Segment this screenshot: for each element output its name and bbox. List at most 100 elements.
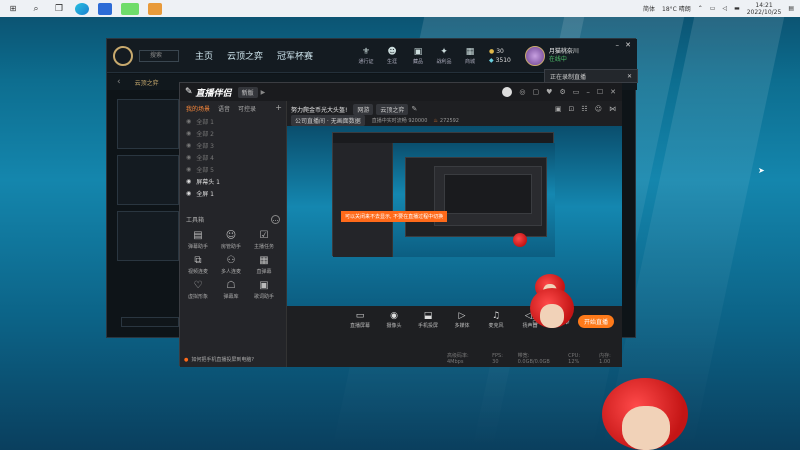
- headset-icon[interactable]: ◎: [519, 88, 525, 96]
- back-chevron-icon[interactable]: ‹: [117, 77, 121, 87]
- version-badge[interactable]: 新版: [237, 86, 258, 98]
- tool-danmaku-lib[interactable]: ☖ 弹幕库: [216, 280, 246, 300]
- scene-item[interactable]: ◉ 全部 3: [180, 139, 286, 151]
- notification-icon[interactable]: ▤: [788, 5, 794, 12]
- tool-virtual-avatar[interactable]: ♡ 虚拟形象: [183, 280, 213, 300]
- eye-icon: ◉: [186, 141, 192, 149]
- tool-tasks[interactable]: ☑ 主播任务: [249, 230, 279, 250]
- microphone-button[interactable]: ♫ 麦克风: [481, 311, 511, 329]
- windows-start-icon[interactable]: ⊞: [6, 2, 20, 16]
- nav-collection[interactable]: ▣ 藏品: [405, 47, 431, 65]
- career-icon: ☻: [387, 46, 397, 57]
- lock-icon[interactable]: ⊡: [569, 105, 575, 113]
- add-scene-icon[interactable]: +: [275, 103, 282, 112]
- stream-title[interactable]: 努力爬金币光大头盔!: [291, 105, 347, 114]
- category-pill[interactable]: 网游: [353, 103, 374, 115]
- close-icon[interactable]: ✕: [625, 41, 631, 49]
- scene-item[interactable]: ◉ 全部 5: [180, 163, 286, 175]
- system-clock[interactable]: 14:21 2022/10/25: [747, 2, 782, 16]
- category-tag[interactable]: 云顶之弈: [376, 103, 409, 115]
- camera-button[interactable]: ◉ 摄像头: [379, 311, 409, 329]
- tip-link[interactable]: ● 如何把手机直播投屏到电脑?: [184, 356, 254, 364]
- studio-title-bar: ✎ 直播伴侣 新版 ▶ ◎ ▢ ♥ ⚙ ▭ – ☐ ✕: [180, 83, 622, 101]
- game-search-input[interactable]: 搜索: [139, 49, 179, 62]
- edit-icon[interactable]: ✎: [411, 105, 417, 113]
- battery-icon[interactable]: ▬: [734, 5, 740, 12]
- close-icon[interactable]: ✕: [610, 88, 616, 96]
- studio-logo-icon: ✎: [185, 87, 193, 97]
- nav-pass[interactable]: ⚜ 通行证: [353, 47, 379, 65]
- microphone-icon: ♫: [491, 311, 501, 321]
- username: 月猫桃奈川: [548, 47, 579, 55]
- chat-app-icon[interactable]: [148, 2, 162, 15]
- scene-item[interactable]: ◉ 全部 2: [180, 127, 286, 139]
- tool-lyrics[interactable]: ▣ 歌词助手: [249, 280, 279, 300]
- nav-career[interactable]: ☻ 生涯: [379, 47, 405, 65]
- volume-icon[interactable]: ◁: [722, 5, 727, 12]
- gift-box-icon[interactable]: ▣: [555, 105, 562, 113]
- screen-capture-button[interactable]: ▭ 直播屏幕: [345, 311, 375, 329]
- more-icon[interactable]: …: [271, 215, 280, 224]
- tab-my-scenes[interactable]: 我的场景: [186, 104, 210, 113]
- gift-icon[interactable]: ♥: [546, 88, 552, 96]
- eye-icon: ◉: [186, 189, 192, 197]
- scene-item[interactable]: ◉ 全屏 1: [180, 187, 286, 199]
- scene-item[interactable]: ◉ 全部 4: [180, 151, 286, 163]
- avatar[interactable]: [524, 45, 545, 66]
- maximize-icon[interactable]: ☐: [597, 88, 603, 96]
- share-icon[interactable]: ⋈: [609, 105, 616, 113]
- phone-cast-button[interactable]: ⬓ 手机投屏: [413, 311, 443, 329]
- tool-video-link[interactable]: ⧉ 视频连麦: [183, 255, 213, 275]
- chevron-up-icon[interactable]: ⌃: [698, 5, 703, 12]
- minimize-icon[interactable]: –: [616, 41, 620, 49]
- scene-item[interactable]: ◉ 全部 1: [180, 115, 286, 127]
- scene-panel: 我的场景 语音 可控录 + ◉ 全部 1 ◉ 全部 2 ◉ 全部 3 ◉ 全部 4 ◉ 全…: [180, 101, 287, 367]
- nav-home[interactable]: 主页: [195, 49, 213, 62]
- tool-multi-link[interactable]: ⚇ 多人连麦: [216, 255, 246, 275]
- stream-preview[interactable]: 可以关闭来不去显示, 不要在直播过程中切换: [287, 126, 622, 306]
- game-logo-icon[interactable]: [113, 45, 133, 66]
- nav-store[interactable]: ▦ 商城: [457, 47, 483, 65]
- game-side-card: [117, 211, 179, 261]
- game-side-card: [117, 99, 179, 149]
- tool-room-admin[interactable]: ☺ 房管助手: [216, 230, 246, 250]
- avatar[interactable]: [502, 87, 513, 97]
- direct-icon: ▦: [259, 255, 269, 266]
- search-icon[interactable]: ⌕: [29, 2, 43, 16]
- currency-panel: ● 30 ◆ 3510: [489, 47, 511, 64]
- tool-danmaku[interactable]: ▤ 弹幕助手: [183, 230, 213, 250]
- network-icon[interactable]: ▭: [710, 5, 716, 12]
- streamer-overlay-face: [622, 406, 670, 450]
- team-icon[interactable]: ☷: [581, 105, 587, 113]
- tab-label[interactable]: 云顶之弈: [135, 78, 159, 87]
- phone-cast-icon: ⬓: [423, 311, 433, 321]
- file-app-icon[interactable]: [98, 2, 112, 15]
- tab-voice[interactable]: 语音: [218, 104, 230, 113]
- collection-icon: ▣: [413, 46, 423, 57]
- play-icon[interactable]: ▶: [261, 89, 266, 96]
- status-pill[interactable]: 公司直播间 · 无画面数据: [291, 115, 365, 126]
- task-view-icon[interactable]: ❐: [52, 2, 66, 16]
- weather-text[interactable]: 18°C 晴朗: [662, 4, 691, 13]
- eye-icon: ◉: [186, 177, 192, 185]
- media-button[interactable]: ▷ 多媒体: [447, 311, 477, 329]
- message-icon[interactable]: ▢: [533, 88, 540, 96]
- nav-champions-cup[interactable]: 冠军杯赛: [277, 49, 313, 62]
- start-live-button[interactable]: 开始直播: [577, 315, 614, 328]
- lyrics-icon: ▣: [259, 280, 269, 291]
- edge-browser-icon[interactable]: [75, 2, 89, 15]
- tab-controls[interactable]: 可控录: [238, 104, 256, 113]
- fan-icon[interactable]: ☺: [595, 105, 602, 113]
- screen-icon[interactable]: ▭: [573, 88, 580, 96]
- live-app-icon[interactable]: [121, 2, 139, 15]
- minimize-icon[interactable]: –: [586, 88, 590, 96]
- language-indicator[interactable]: 简体: [643, 4, 655, 13]
- tool-direct-danmaku[interactable]: ▦ 直弹幕: [249, 255, 279, 275]
- settings-icon[interactable]: ⚙: [559, 88, 565, 96]
- close-icon[interactable]: ✕: [627, 73, 632, 80]
- nav-tft[interactable]: 云顶之弈: [227, 49, 263, 62]
- scene-item[interactable]: ◉ 屏幕头 1: [180, 175, 286, 187]
- nav-loot[interactable]: ✦ 战利品: [431, 47, 457, 65]
- eye-icon: ◉: [186, 117, 192, 125]
- game-nav-bar: 搜索 主页 云顶之弈 冠军杯赛 ⚜ 通行证 ☻ 生涯 ▣ 藏品 ✦ 战利品 ▦ 商城 ● …: [107, 39, 637, 73]
